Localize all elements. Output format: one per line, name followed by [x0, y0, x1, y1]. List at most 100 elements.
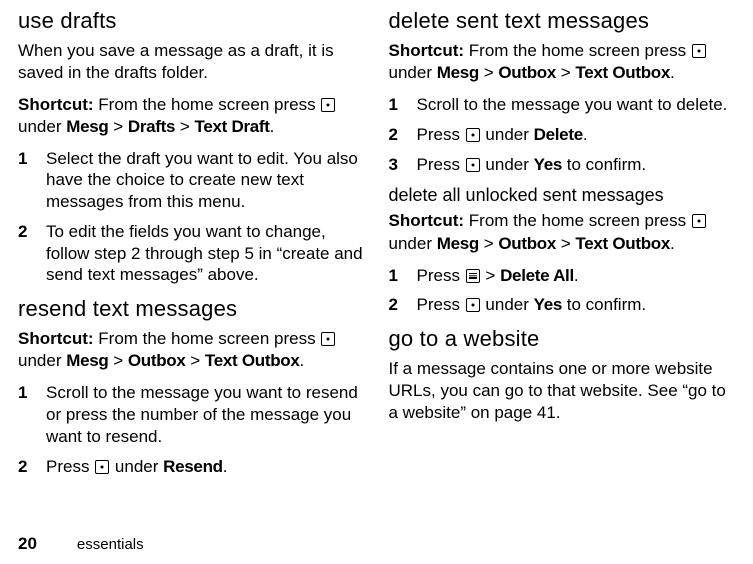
path-outbox: Outbox — [498, 234, 556, 253]
heading-delete-sent: delete sent text messages — [389, 8, 736, 34]
sep: > — [108, 117, 127, 136]
shortcut-under: under — [389, 234, 437, 253]
step-number: 1 — [389, 94, 403, 116]
step-number: 2 — [18, 221, 32, 286]
dot-key-icon — [692, 214, 706, 228]
shortcut-label: Shortcut: — [389, 41, 465, 60]
shortcut-text-pre: From the home screen press — [464, 41, 691, 60]
path-text-outbox: Text Outbox — [575, 234, 670, 253]
path-text-outbox: Text Outbox — [575, 63, 670, 82]
dot-key-icon — [466, 158, 480, 172]
label-delete: Delete — [534, 125, 583, 144]
shortcut-text-pre: From the home screen press — [464, 211, 691, 230]
list-item: 1 Scroll to the message you want to dele… — [389, 94, 736, 116]
list-item: 2 Press under Delete. — [389, 124, 736, 146]
sep: > — [175, 117, 194, 136]
list-item: 2 To edit the fields you want to change,… — [18, 221, 365, 286]
heading-resend: resend text messages — [18, 296, 365, 322]
list-item: 2 Press under Resend. — [18, 456, 365, 478]
step-number: 2 — [18, 456, 32, 478]
steps-drafts: 1 Select the draft you want to edit. You… — [18, 148, 365, 287]
step-text: Press under Delete. — [417, 124, 736, 146]
sep: > — [479, 63, 498, 82]
step-number: 1 — [18, 382, 32, 447]
steps-delete-all: 1 Press > Delete All. 2 Press under Yes … — [389, 265, 736, 317]
step-text: Press under Yes to confirm. — [417, 294, 736, 316]
heading-use-drafts: use drafts — [18, 8, 365, 34]
heading-delete-all: delete all unlocked sent messages — [389, 185, 736, 206]
text-under: under — [110, 457, 163, 476]
page-footer: 20 essentials — [18, 534, 144, 554]
shortcut-label: Shortcut: — [18, 329, 94, 348]
heading-go-to-website: go to a website — [389, 326, 736, 352]
list-item: 2 Press under Yes to confirm. — [389, 294, 736, 316]
path-outbox: Outbox — [128, 351, 186, 370]
shortcut-resend: Shortcut: From the home screen press und… — [18, 328, 365, 372]
step-number: 2 — [389, 124, 403, 146]
step-text: Scroll to the message you want to delete… — [417, 94, 736, 116]
dot-key-icon — [466, 298, 480, 312]
sep: > — [479, 234, 498, 253]
shortcut-label: Shortcut: — [18, 95, 94, 114]
dot-key-icon — [692, 44, 706, 58]
sep: > — [556, 234, 575, 253]
step-number: 2 — [389, 294, 403, 316]
list-item: 3 Press under Yes to confirm. — [389, 154, 736, 176]
left-column: use drafts When you save a message as a … — [18, 8, 365, 487]
shortcut-delete: Shortcut: From the home screen press und… — [389, 40, 736, 84]
page-columns: use drafts When you save a message as a … — [18, 8, 735, 487]
text-under: under — [481, 155, 534, 174]
list-item: 1 Select the draft you want to edit. You… — [18, 148, 365, 213]
right-column: delete sent text messages Shortcut: From… — [389, 8, 736, 487]
path-mesg: Mesg — [66, 351, 108, 370]
footer-section-label: essentials — [77, 536, 144, 553]
shortcut-under: under — [18, 117, 66, 136]
sep: > — [186, 351, 205, 370]
period: . — [583, 125, 588, 144]
path-mesg: Mesg — [437, 234, 479, 253]
text-under: under — [481, 125, 534, 144]
steps-delete: 1 Scroll to the message you want to dele… — [389, 94, 736, 175]
label-delete-all: Delete All — [500, 266, 574, 285]
period: . — [670, 63, 675, 82]
page-number: 20 — [18, 534, 37, 554]
step-text: Press under Resend. — [46, 456, 365, 478]
label-yes: Yes — [534, 155, 562, 174]
list-item: 1 Scroll to the message you want to rese… — [18, 382, 365, 447]
list-item: 1 Press > Delete All. — [389, 265, 736, 287]
text-press: Press — [417, 266, 465, 285]
dot-key-icon — [321, 98, 335, 112]
sep: > — [108, 351, 127, 370]
step-text: Press under Yes to confirm. — [417, 154, 736, 176]
period: . — [574, 266, 579, 285]
step-number: 3 — [389, 154, 403, 176]
step-text: Press > Delete All. — [417, 265, 736, 287]
step-text: Scroll to the message you want to resend… — [46, 382, 365, 447]
path-drafts: Drafts — [128, 117, 175, 136]
shortcut-under: under — [389, 63, 437, 82]
step-text: Select the draft you want to edit. You a… — [46, 148, 365, 213]
text-press: Press — [417, 125, 465, 144]
step-number: 1 — [389, 265, 403, 287]
text-press: Press — [46, 457, 94, 476]
shortcut-under: under — [18, 351, 66, 370]
text-press: Press — [417, 155, 465, 174]
text-press: Press — [417, 295, 465, 314]
label-yes: Yes — [534, 295, 562, 314]
paragraph-drafts-intro: When you save a message as a draft, it i… — [18, 40, 365, 84]
path-text-draft: Text Draft — [195, 117, 270, 136]
path-text-outbox: Text Outbox — [205, 351, 300, 370]
dot-key-icon — [95, 460, 109, 474]
sep: > — [481, 266, 500, 285]
path-outbox: Outbox — [498, 63, 556, 82]
shortcut-text-pre: From the home screen press — [94, 95, 321, 114]
dot-key-icon — [321, 332, 335, 346]
period: . — [270, 117, 275, 136]
steps-resend: 1 Scroll to the message you want to rese… — [18, 382, 365, 477]
text-confirm: to confirm. — [562, 295, 646, 314]
shortcut-delete-all: Shortcut: From the home screen press und… — [389, 210, 736, 254]
period: . — [300, 351, 305, 370]
period: . — [223, 457, 228, 476]
text-confirm: to confirm. — [562, 155, 646, 174]
shortcut-drafts: Shortcut: From the home screen press und… — [18, 94, 365, 138]
